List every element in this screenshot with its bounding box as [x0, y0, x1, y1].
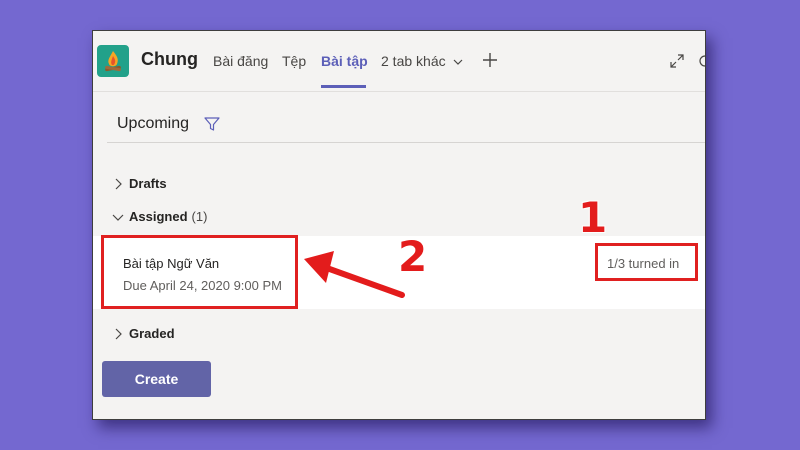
refresh-icon[interactable]: [697, 53, 706, 69]
campfire-icon: [97, 45, 129, 77]
expand-icon[interactable]: [669, 53, 685, 69]
assignment-due-date: Due April 24, 2020 9:00 PM: [123, 278, 282, 293]
group-assigned-count: (1): [191, 209, 208, 224]
group-graded[interactable]: Graded: [111, 326, 175, 341]
plus-icon[interactable]: [481, 51, 499, 69]
turned-in-status[interactable]: 1/3 turned in: [607, 256, 679, 271]
teams-window: Chung Bài đăng Tệp Bài tập 2 tab khác Up…: [92, 30, 706, 420]
tab-tep[interactable]: Tệp: [282, 53, 306, 69]
active-tab-indicator: [321, 85, 366, 88]
header-divider: [93, 91, 705, 92]
assignment-title: Bài tập Ngữ Văn: [123, 256, 220, 271]
annotation-arrow-icon: [304, 251, 405, 298]
group-graded-label: Graded: [129, 326, 175, 341]
group-drafts-label: Drafts: [129, 176, 167, 191]
tab-bai-tap[interactable]: Bài tập: [321, 53, 368, 69]
tab-bai-dang[interactable]: Bài đăng: [213, 53, 268, 69]
group-assigned[interactable]: Assigned (1): [111, 209, 207, 224]
group-drafts[interactable]: Drafts: [111, 176, 167, 191]
channel-header: Chung Bài đăng Tệp Bài tập 2 tab khác: [93, 31, 705, 91]
annotation-label-1: 1: [578, 193, 608, 242]
tab-more[interactable]: 2 tab khác: [381, 53, 463, 69]
chevron-down-icon: [112, 214, 124, 221]
chevron-right-icon: [115, 328, 122, 339]
filter-icon[interactable]: [203, 115, 221, 133]
tab-more-label: 2 tab khác: [381, 53, 446, 69]
chevron-down-icon: [453, 59, 462, 66]
section-divider: [107, 142, 705, 143]
section-title: Upcoming: [117, 115, 190, 132]
group-assigned-label: Assigned: [129, 209, 188, 224]
chevron-right-icon: [115, 178, 122, 189]
channel-name[interactable]: Chung: [141, 49, 198, 70]
create-button[interactable]: Create: [102, 361, 211, 397]
